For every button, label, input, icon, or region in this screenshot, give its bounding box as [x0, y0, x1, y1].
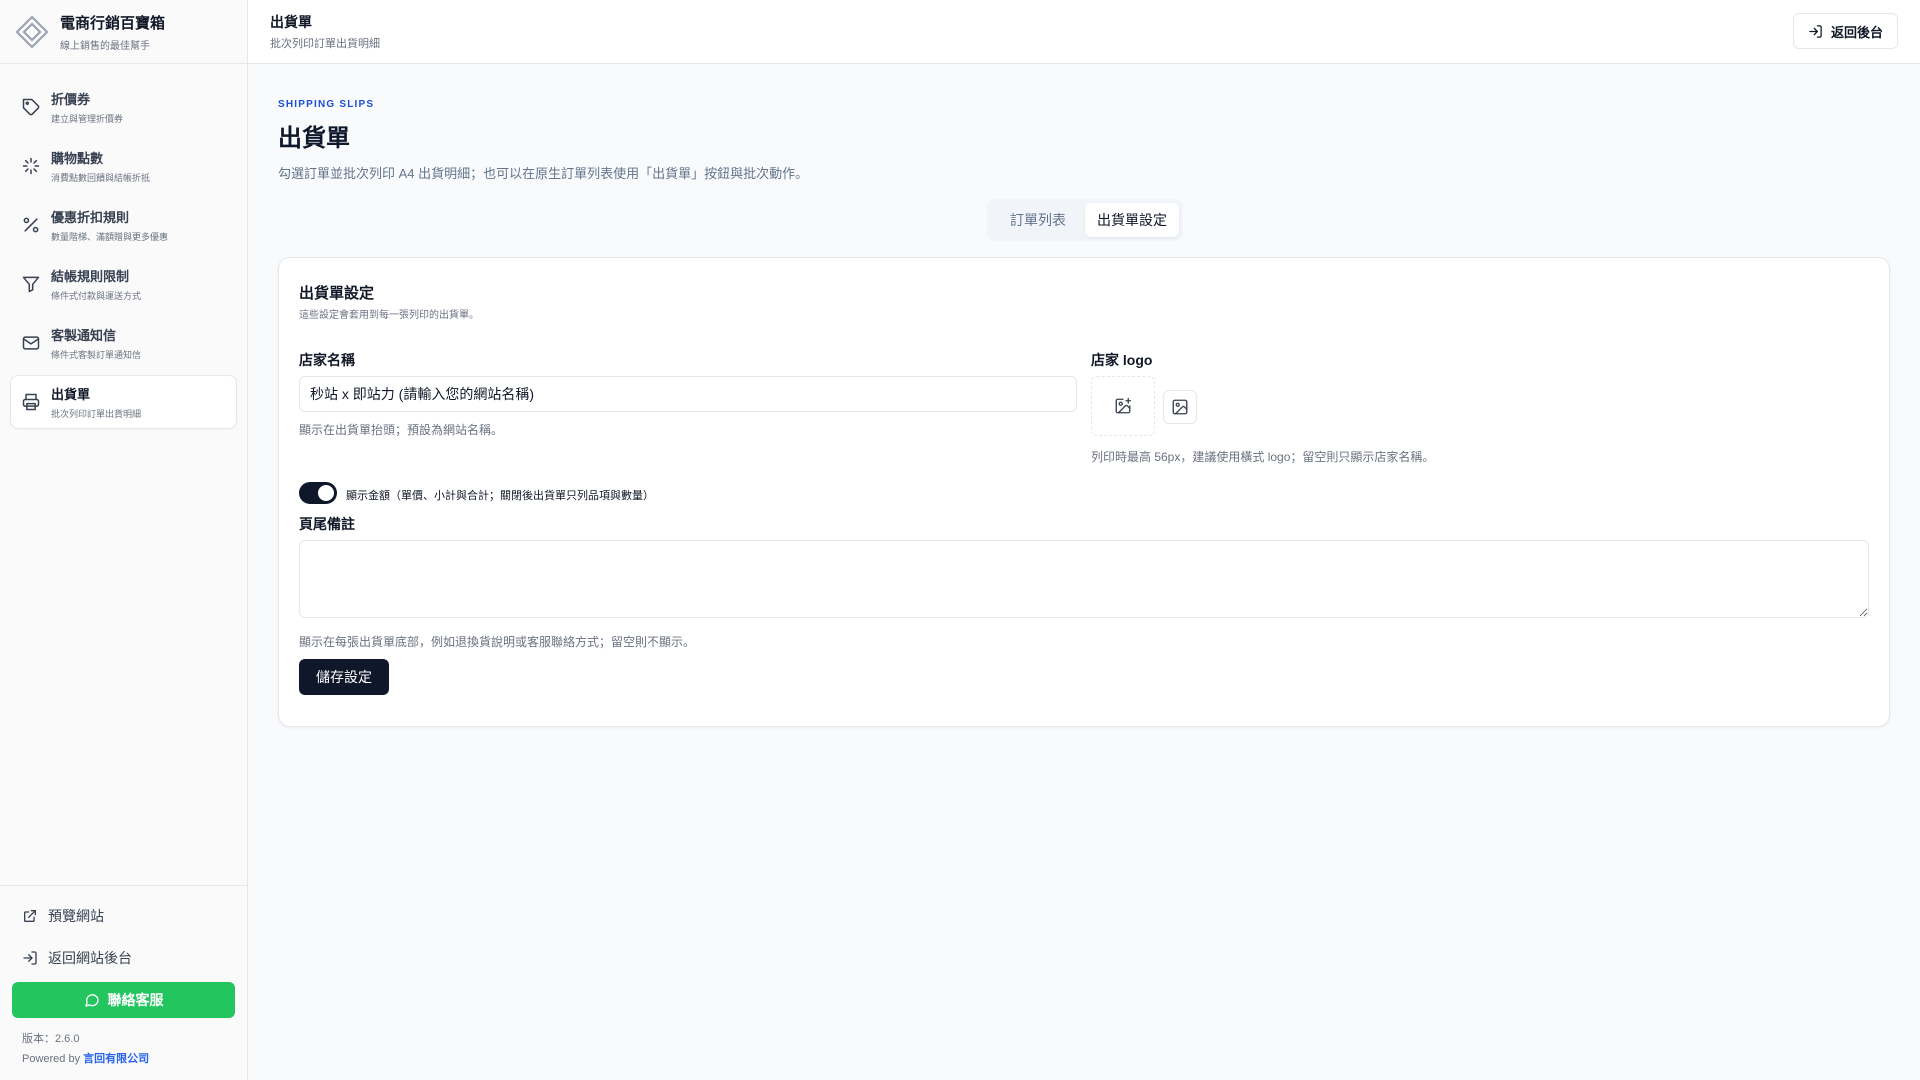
brand[interactable]: 電商行銷百寶箱 線上銷售的最佳幫手 [0, 0, 247, 64]
tab-bar: 訂單列表 出貨單設定 [987, 199, 1183, 241]
sidebar-item-desc: 建立與管理折價券 [51, 114, 124, 124]
sidebar-item-points[interactable]: 購物點數 消費點數回饋與結帳折抵 [10, 139, 237, 193]
logo-media-button[interactable] [1163, 390, 1197, 424]
store-name-label: 店家名稱 [299, 352, 355, 368]
tab-slip-settings[interactable]: 出貨單設定 [1085, 203, 1179, 237]
back-to-admin-button-label: 返回後台 [1830, 24, 1883, 40]
sidebar: 電商行銷百寶箱 線上銷售的最佳幫手 折價券 建立與管理折價券 購物點數 消費點數… [0, 0, 248, 1080]
show-amount-toggle[interactable] [299, 482, 337, 504]
card-title: 出貨單設定 [299, 285, 375, 302]
sidebar-item-coupons[interactable]: 折價券 建立與管理折價券 [10, 80, 237, 134]
chat-bubble-icon [84, 994, 99, 1007]
login-arrow-icon [23, 951, 37, 965]
sidebar-item-title: 購物點數 [51, 151, 104, 166]
header-title: 出貨單 [270, 14, 312, 30]
image-edit-icon [1172, 399, 1188, 415]
store-name-help: 顯示在出貨單抬頭；預設為網站名稱。 [299, 423, 504, 437]
sidebar-item-desc: 批次列印訂單出貨明細 [51, 409, 142, 419]
sidebar-item-title: 優惠折扣規則 [51, 210, 130, 225]
powered-by-prefix: Powered by [22, 1053, 84, 1065]
page-eyebrow: SHIPPING SLIPS [278, 99, 375, 110]
version-text: 版本：2.6.0 [22, 1033, 80, 1045]
sidebar-item-title: 折價券 [51, 92, 91, 107]
company-link[interactable]: 言回有限公司 [83, 1053, 149, 1065]
preview-site-label: 預覽網站 [48, 908, 104, 924]
settings-card: 出貨單設定 這些設定會套用到每一張列印的出貨單。 店家名稱 顯示在出貨單抬頭；預… [278, 257, 1890, 727]
card-description: 這些設定會套用到每一張列印的出貨單。 [299, 310, 479, 321]
sidebar-item-title: 出貨單 [51, 387, 91, 402]
powered-by: Powered by 言回有限公司 [22, 1050, 235, 1066]
tag-icon [22, 98, 40, 116]
login-arrow-icon [1809, 24, 1822, 38]
footer-note-textarea[interactable] [299, 540, 1869, 618]
sidebar-nav: 折價券 建立與管理折價券 購物點數 消費點數回饋與結帳折抵 優惠折扣規則 數量階… [0, 64, 247, 450]
sidebar-item-desc: 條件式客製訂單通知信 [51, 350, 142, 360]
sidebar-item-title: 結帳規則限制 [51, 269, 130, 284]
toggle-knob [318, 485, 334, 501]
sidebar-item-notification-mail[interactable]: 客製通知信 條件式客製訂單通知信 [10, 316, 237, 370]
sidebar-item-desc: 條件式付款與運送方式 [51, 291, 142, 301]
page-title: 出貨單 [278, 125, 350, 152]
back-to-admin-link[interactable]: 返回網站後台 [12, 940, 235, 976]
diamond-logo-icon [15, 14, 49, 49]
brand-title: 電商行銷百寶箱 [60, 14, 166, 32]
save-settings-button[interactable]: 儲存設定 [299, 659, 389, 695]
image-add-icon [1115, 397, 1132, 414]
top-header: 出貨單 批次列印訂單出貨明細 返回後台 [248, 0, 1920, 64]
sidebar-item-shipping-slips[interactable]: 出貨單 批次列印訂單出貨明細 [10, 375, 237, 429]
footer-note-label: 頁尾備註 [299, 516, 355, 532]
store-logo-label: 店家 logo [1091, 352, 1153, 368]
sidebar-item-discount-rules[interactable]: 優惠折扣規則 數量階梯、滿額贈與更多優惠 [10, 198, 237, 252]
back-to-admin-label: 返回網站後台 [48, 950, 132, 966]
store-name-input[interactable] [299, 376, 1077, 412]
contact-support-button[interactable]: 聯絡客服 [12, 982, 235, 1018]
printer-icon [22, 393, 40, 411]
sidebar-item-title: 客製通知信 [51, 328, 117, 343]
preview-site-link[interactable]: 預覽網站 [12, 898, 235, 934]
sidebar-item-desc: 數量階梯、滿額贈與更多優惠 [51, 232, 169, 242]
logo-help: 列印時最高 56px，建議使用橫式 logo；留空則只顯示店家名稱。 [1091, 450, 1435, 464]
tab-order-list[interactable]: 訂單列表 [991, 203, 1085, 237]
header-subtitle: 批次列印訂單出貨明細 [270, 38, 380, 50]
contact-support-label: 聯絡客服 [107, 992, 164, 1008]
sidebar-footer: 預覽網站 返回網站後台 聯絡客服 版本：2.6.0 Powered by 言回有… [0, 885, 247, 1080]
filter-icon [22, 276, 40, 293]
back-to-admin-button[interactable]: 返回後台 [1792, 13, 1898, 49]
sparkle-icon [22, 157, 40, 175]
external-link-icon [24, 910, 36, 922]
brand-subtitle: 線上銷售的最佳幫手 [60, 40, 150, 52]
mail-icon [22, 336, 40, 350]
percent-icon [23, 217, 39, 233]
sidebar-item-checkout-rules[interactable]: 結帳規則限制 條件式付款與運送方式 [10, 257, 237, 311]
show-amount-label: 顯示金額（單價、小計與合計；關閉後出貨單只列品項與數量） [346, 490, 654, 502]
footer-note-help: 顯示在每張出貨單底部，例如退換貨說明或客服聯絡方式；留空則不顯示。 [299, 635, 696, 649]
main-content: SHIPPING SLIPS 出貨單 勾選訂單並批次列印 A4 出貨明細；也可以… [248, 64, 1920, 1080]
sidebar-item-desc: 消費點數回饋與結帳折抵 [51, 173, 151, 183]
page-description: 勾選訂單並批次列印 A4 出貨明細；也可以在原生訂單列表使用「出貨單」按鈕與批次… [278, 166, 809, 181]
logo-upload-area[interactable] [1091, 376, 1155, 436]
